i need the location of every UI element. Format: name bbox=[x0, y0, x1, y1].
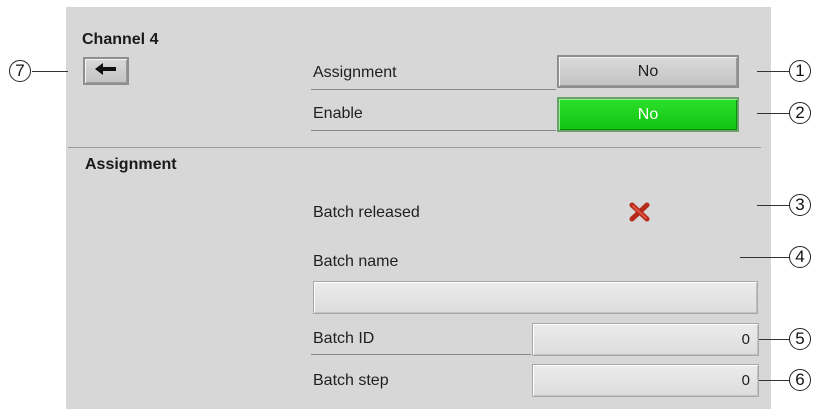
callout-line-3 bbox=[757, 205, 789, 206]
callout-5: 5 bbox=[789, 328, 811, 350]
callout-3: 3 bbox=[789, 194, 811, 216]
batch-id-field[interactable]: 0 bbox=[532, 323, 759, 356]
batch-id-value: 0 bbox=[741, 331, 750, 348]
enable-button[interactable]: No bbox=[557, 97, 739, 132]
enable-value: No bbox=[637, 105, 659, 123]
batch-step-field[interactable]: 0 bbox=[532, 364, 759, 397]
callout-6: 6 bbox=[789, 369, 811, 391]
enable-label: Enable bbox=[313, 105, 363, 122]
assignment-label: Assignment bbox=[313, 64, 397, 81]
batch-step-label: Batch step bbox=[313, 372, 389, 389]
batch-name-label: Batch name bbox=[313, 253, 399, 270]
batch-released-label: Batch released bbox=[313, 204, 420, 221]
callout-2: 2 bbox=[789, 102, 811, 124]
red-x-icon bbox=[629, 202, 651, 227]
callout-line-5 bbox=[759, 339, 789, 340]
callout-7: 7 bbox=[9, 60, 31, 82]
assignment-underline bbox=[311, 89, 556, 90]
arrow-left-icon bbox=[95, 62, 117, 80]
enable-underline bbox=[311, 130, 556, 131]
assignment-button[interactable]: No bbox=[557, 55, 739, 88]
callout-4: 4 bbox=[789, 246, 811, 268]
batch-name-field[interactable] bbox=[313, 281, 758, 314]
batch-step-value: 0 bbox=[741, 372, 750, 389]
batch-id-label: Batch ID bbox=[313, 330, 375, 347]
assignment-value: No bbox=[637, 62, 659, 80]
callout-line-4 bbox=[740, 257, 789, 258]
batch-id-underline bbox=[311, 354, 531, 355]
channel-title: Channel 4 bbox=[82, 31, 159, 48]
section-title: Assignment bbox=[85, 156, 177, 173]
callout-line-2 bbox=[757, 113, 789, 114]
callout-1: 1 bbox=[789, 60, 811, 82]
callout-line-6 bbox=[759, 380, 789, 381]
back-button[interactable] bbox=[83, 57, 129, 85]
callout-line-1 bbox=[757, 71, 789, 72]
callout-line-7 bbox=[32, 71, 68, 72]
section-divider bbox=[68, 147, 761, 148]
